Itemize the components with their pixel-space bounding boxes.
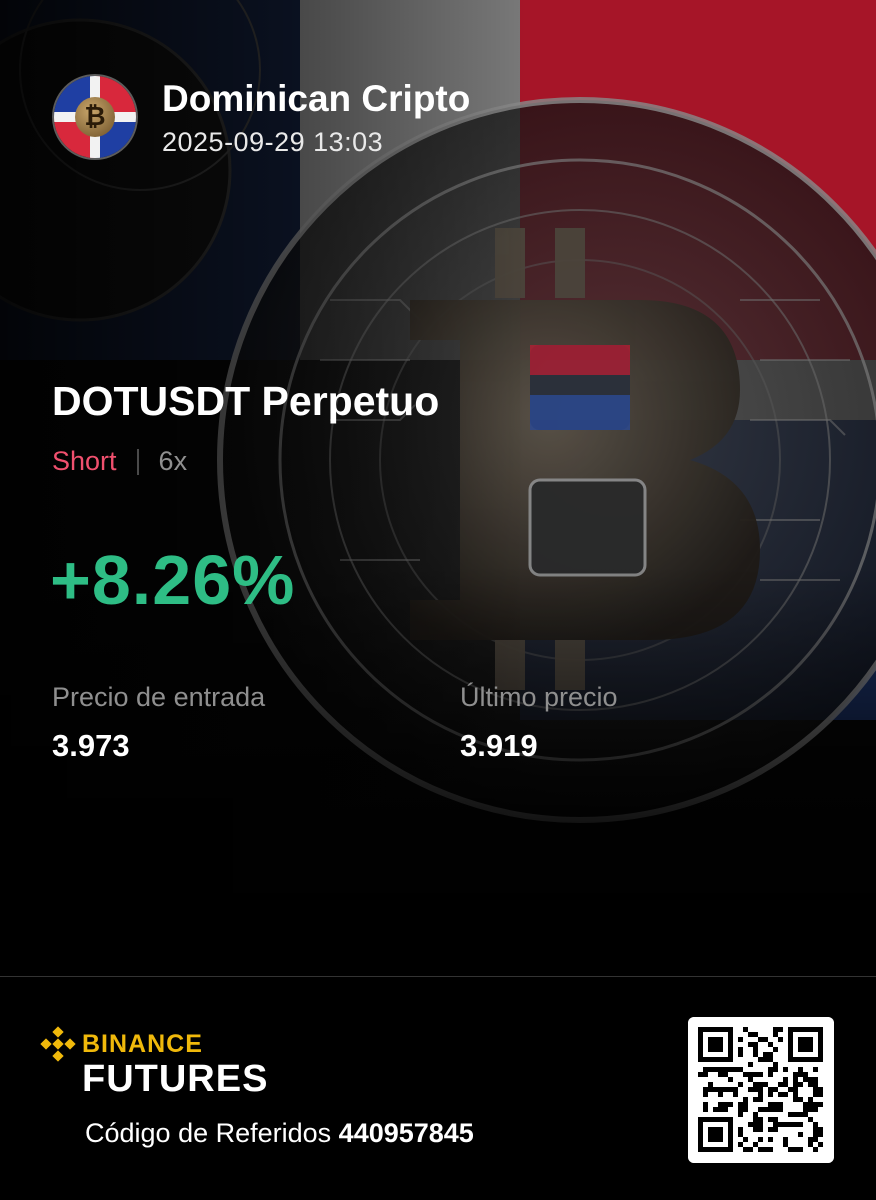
referral-code: 440957845 — [338, 1118, 474, 1148]
leverage: 6x — [158, 446, 188, 476]
header-text: Dominican Cripto 2025-09-29 13:03 — [162, 77, 470, 158]
entry-price-label: Precio de entrada — [52, 682, 266, 712]
avatar: ₿ — [52, 74, 138, 160]
brand-name: BINANCE — [82, 1029, 203, 1058]
last-price-value: 3.919 — [460, 728, 538, 763]
product-name: FUTURES — [82, 1058, 269, 1100]
separator — [136, 448, 139, 475]
referral-info: Código de Referidos 440957845 — [85, 1118, 474, 1149]
profile-header: ₿ Dominican Cripto 2025-09-29 13:03 — [52, 74, 470, 160]
trading-pair: DOTUSDT Perpetuo — [52, 378, 440, 424]
roi-percentage: +8.26% — [50, 541, 296, 619]
entry-price-value: 3.973 — [52, 728, 130, 763]
bitcoin-icon: ₿ — [75, 97, 115, 137]
qr-code-icon[interactable] — [688, 1017, 834, 1163]
referral-label: Código de Referidos — [85, 1118, 332, 1148]
last-price-label: Último precio — [460, 682, 618, 712]
timestamp: 2025-09-29 13:03 — [162, 126, 384, 157]
binance-diamond-icon — [40, 1026, 76, 1062]
user-name: Dominican Cripto — [162, 77, 471, 119]
position-side-row: Short 6x — [52, 446, 187, 477]
position-side: Short — [52, 446, 117, 476]
binance-futures-logo: BINANCE FUTURES — [40, 1026, 268, 1101]
share-card: ₿ Dominican Cripto 2025-09-29 13:03 DOTU… — [0, 0, 876, 1200]
